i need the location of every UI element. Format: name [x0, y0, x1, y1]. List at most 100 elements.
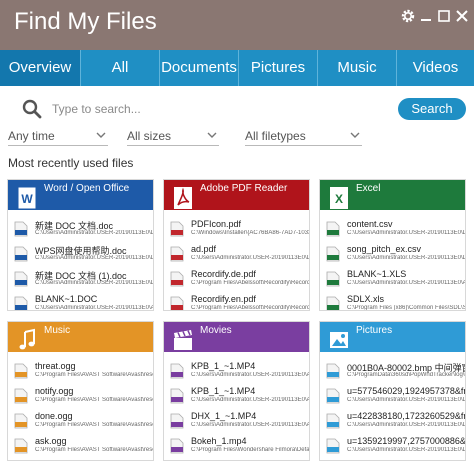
- file-path: C:\Program Files\AVAST Software\Avast\re…: [35, 447, 153, 453]
- tab-videos[interactable]: Videos: [396, 50, 474, 86]
- file-list-item[interactable]: u=577546029,1924957378&fm=2...C:\Users\A…: [320, 384, 465, 409]
- category-card-header[interactable]: Adobe PDF Reader: [164, 180, 309, 210]
- file-list-item[interactable]: KPB_1_~1.MP4 C:\Users\Administrator.USER-…: [164, 384, 309, 409]
- file-name: BLANK~1.DOC: [35, 294, 98, 304]
- gear-icon[interactable]: [400, 8, 416, 24]
- category-card-word: W Word / Open Office 新建 DOC 文档.doc C:\Users…: [7, 179, 154, 311]
- file-path: C:\Windows\Installer\{AC76BA86-7AD7-1033…: [191, 230, 309, 236]
- file-path: C:\Users\Administrator.USER-20190113E0\A…: [347, 280, 465, 286]
- file-list-item[interactable]: PDFIcon.pdf C:\Windows\Installer\{AC76BA8…: [164, 217, 309, 242]
- filter-row: Any time All sizes All filetypes: [0, 126, 474, 148]
- size-filter-dropdown[interactable]: All sizes: [127, 128, 219, 146]
- close-icon[interactable]: [454, 8, 470, 24]
- csv-file-icon: [326, 246, 340, 262]
- file-path: C:\Users\Administrator.USER-20190113E0\D…: [347, 230, 465, 236]
- file-list: PDFIcon.pdf C:\Windows\Installer\{AC76BA8…: [164, 210, 309, 311]
- file-path: C:\Users\Administrator.USER-20190113E0\D…: [191, 255, 309, 261]
- file-list-item[interactable]: content.csv C:\Users\Administrator.USER-2…: [320, 217, 465, 242]
- video-file-icon: [170, 438, 184, 454]
- maximize-icon[interactable]: [436, 8, 452, 24]
- file-name: song_pitch_ex.csv: [347, 244, 422, 254]
- file-list-item[interactable]: SDLX.xls C:\Program Files (x86)\Common Fi…: [320, 292, 465, 311]
- file-list-item[interactable]: 新建 DOC 文档 (1).doc C:\Users\Administrator.…: [8, 267, 153, 292]
- image-file-icon: [326, 438, 340, 454]
- file-list-item[interactable]: DHX_1_~1.MP4 C:\Users\Administrator.USER-…: [164, 409, 309, 434]
- xls-file-icon: [326, 296, 340, 310]
- file-list-item[interactable]: Recordify.de.pdf C:\Program Files\Abelsso…: [164, 267, 309, 292]
- file-name: u=422838180,1723260529&fm=2...: [347, 411, 465, 421]
- file-list-item[interactable]: song_pitch_ex.csv C:\Users\Administrator.…: [320, 242, 465, 267]
- category-card-excel: X Excel content.csv C:\Users\Administrator.…: [319, 179, 466, 311]
- audio-file-icon: [14, 388, 28, 404]
- search-button[interactable]: Search: [398, 98, 466, 120]
- category-card-header[interactable]: X Excel: [320, 180, 465, 210]
- file-name: ad.pdf: [191, 244, 217, 254]
- category-card-title: Music: [44, 325, 71, 336]
- music-note-icon: [17, 328, 37, 352]
- file-path: C:\ProgramData\360sd\PopWndTracker\log\0…: [347, 372, 465, 378]
- file-list-item[interactable]: u=422838180,1723260529&fm=2...C:\Users\A…: [320, 409, 465, 434]
- time-filter-value: Any time: [8, 129, 55, 143]
- category-card-music: Music threat.ogg C:\Program Files\AVAST So…: [7, 321, 154, 461]
- file-list-item[interactable]: WPS网盘使用帮助.doc C:\Users\Administrator.USER…: [8, 242, 153, 267]
- xls-file-icon: [326, 271, 340, 287]
- file-list-item[interactable]: 0001B0A-80002.bmp 中间弹窗.bmpC:\ProgramData…: [320, 359, 465, 384]
- pdf-file-icon: [170, 271, 184, 287]
- image-file-icon: [326, 363, 340, 379]
- file-list-item[interactable]: KPB_1_~1.MP4 C:\Users\Administrator.USER-…: [164, 359, 309, 384]
- file-path: C:\Users\Administrator.USER-20190113E0\A…: [35, 305, 153, 311]
- tab-music[interactable]: Music: [317, 50, 396, 86]
- minimize-icon[interactable]: [418, 8, 434, 24]
- file-name: Bokeh_1.mp4: [191, 436, 247, 446]
- file-list-item[interactable]: BLANK~1.XLS C:\Users\Administrator.USER-2…: [320, 267, 465, 292]
- category-card-title: Word / Open Office: [44, 183, 130, 194]
- file-path: C:\Users\Administrator.USER-20190113E0\D…: [35, 230, 153, 236]
- file-list-item[interactable]: ask.ogg C:\Program Files\AVAST Software\A…: [8, 434, 153, 459]
- category-card-header[interactable]: Pictures: [320, 322, 465, 352]
- video-file-icon: [170, 363, 184, 379]
- file-list-item[interactable]: 新建 DOC 文档.doc C:\Users\Administrator.USER…: [8, 217, 153, 242]
- file-list-item[interactable]: Bokeh_1.mp4 C:\Program Files\Wondershare …: [164, 434, 309, 459]
- category-card-movies: Movies KPB_1_~1.MP4 C:\Users\Administrator…: [163, 321, 310, 461]
- filetype-filter-dropdown[interactable]: All filetypes: [245, 128, 362, 146]
- tab-pictures[interactable]: Pictures: [238, 50, 317, 86]
- pdf-file-icon: [170, 246, 184, 262]
- file-list-item[interactable]: BLANK~1.DOC C:\Users\Administrator.USER-2…: [8, 292, 153, 311]
- doc-file-icon: [14, 221, 28, 237]
- file-path: C:\Users\Administrator.USER-20190113E0\D…: [347, 397, 465, 403]
- word-icon: W: [17, 186, 37, 210]
- category-card-title: Pictures: [356, 325, 393, 336]
- file-list-item[interactable]: done.ogg C:\Program Files\AVAST Software\…: [8, 409, 153, 434]
- file-list-item[interactable]: notify.ogg C:\Program Files\AVAST Softwar…: [8, 384, 153, 409]
- time-filter-dropdown[interactable]: Any time: [8, 128, 108, 146]
- chevron-down-icon: [350, 132, 360, 138]
- file-path: C:\Program Files\AVAST Software\Avast\re…: [35, 372, 153, 378]
- svg-text:X: X: [335, 192, 343, 206]
- search-input[interactable]: [52, 98, 382, 120]
- excel-icon: X: [329, 186, 349, 210]
- tab-documents[interactable]: Documents: [159, 50, 238, 86]
- tab-overview[interactable]: Overview: [0, 50, 80, 86]
- doc-file-icon: [14, 296, 28, 310]
- chevron-down-icon: [207, 132, 217, 138]
- file-list: 新建 DOC 文档.doc C:\Users\Administrator.USER…: [8, 210, 153, 311]
- tab-bar: Overview All Documents Pictures Music Vi…: [0, 50, 474, 86]
- category-card-pdf: Adobe PDF Reader PDFIcon.pdf C:\Windows\In…: [163, 179, 310, 311]
- chevron-down-icon: [96, 132, 106, 138]
- category-card-header[interactable]: Music: [8, 322, 153, 352]
- file-name: BLANK~1.XLS: [347, 269, 407, 279]
- file-path: C:\Program Files\AVAST Software\Avast\re…: [35, 422, 153, 428]
- file-path: C:\Program Files (x86)\Common Files\SDL\…: [347, 305, 465, 311]
- file-path: C:\Users\Administrator.USER-20190113E0\D…: [347, 447, 465, 453]
- file-list-item[interactable]: ad.pdf C:\Users\Administrator.USER-201901…: [164, 242, 309, 267]
- file-name: done.ogg: [35, 411, 73, 421]
- category-card-header[interactable]: W Word / Open Office: [8, 180, 153, 210]
- file-list-item[interactable]: threat.ogg C:\Program Files\AVAST Softwar…: [8, 359, 153, 384]
- image-file-icon: [326, 413, 340, 429]
- file-name: Recordify.de.pdf: [191, 269, 256, 279]
- tab-all[interactable]: All: [80, 50, 159, 86]
- file-path: C:\Program Files\Abelssoft\Recordify\Rec…: [191, 305, 309, 311]
- file-list-item[interactable]: Recordify.en.pdf C:\Program Files\Abelsso…: [164, 292, 309, 311]
- file-list-item[interactable]: u=1359219997,2757000886&fm...C:\Users\Ad…: [320, 434, 465, 459]
- category-card-header[interactable]: Movies: [164, 322, 309, 352]
